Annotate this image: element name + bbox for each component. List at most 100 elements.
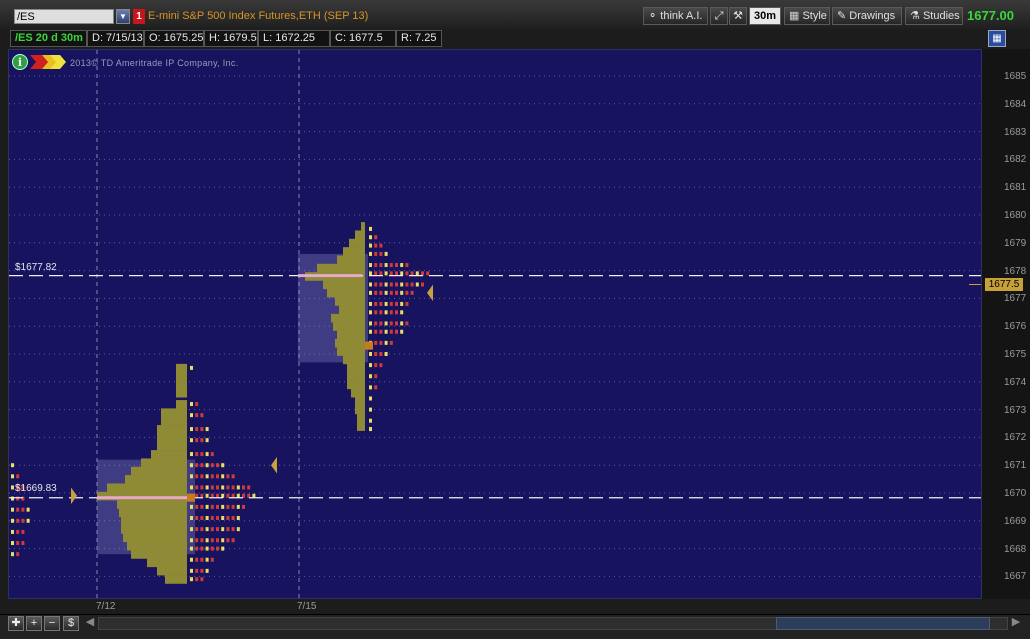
tpo-bar-7-15 — [355, 397, 365, 406]
tpo-letter-7-15 — [421, 271, 424, 276]
think-ai-label: think A.I. — [660, 10, 703, 22]
tpo-letter-7-15 — [369, 352, 372, 356]
studies-button[interactable]: ⚗ Studies — [905, 7, 963, 25]
tpo-letter-7-12 — [231, 538, 235, 543]
tpo-letter-7-15 — [374, 263, 378, 268]
tpo-letter-7-12 — [190, 538, 193, 543]
tpo-letter-7-15 — [384, 271, 388, 276]
tpo-letter-7-12 — [216, 516, 219, 521]
timeframe-button[interactable]: 30m — [749, 7, 781, 25]
tpo-letter-7-12 — [190, 427, 193, 432]
scrollbar-thumb[interactable] — [776, 617, 990, 630]
tpo-letter-7-15 — [415, 282, 419, 287]
tpo-letter-7-15 — [426, 271, 430, 276]
tpo-letter-7-12 — [190, 557, 193, 562]
tpo-letter-7-15 — [369, 282, 372, 287]
tpo-letter-prev — [11, 552, 14, 557]
tpo-letter-7-12 — [195, 568, 199, 573]
tpo-bar-7-15 — [337, 255, 365, 265]
chart-plot-area[interactable] — [8, 49, 982, 599]
tpo-letter-prev — [11, 485, 14, 490]
expand-icon[interactable]: ⤢ — [710, 7, 728, 25]
link-group-badge[interactable]: 1 — [133, 9, 145, 24]
symbol-dropdown-button[interactable]: ▼ — [116, 9, 130, 24]
tpo-letter-prev — [11, 474, 14, 479]
tpo-bar-7-15 — [331, 313, 365, 323]
tpo-letter-7-12 — [210, 474, 214, 479]
studies-label: Studies — [922, 10, 960, 22]
tpo-letter-prev — [21, 518, 25, 523]
tpo-letter-7-12 — [226, 538, 230, 543]
tpo-letter-7-15 — [369, 251, 372, 256]
tpo-letter-7-15 — [410, 282, 414, 287]
time-axis[interactable] — [0, 599, 1030, 614]
tpo-letter-7-15 — [379, 243, 383, 248]
pan-icon[interactable]: ✚ — [8, 616, 24, 631]
last-price-tag: 1677.5 — [985, 278, 1023, 291]
dollar-icon[interactable]: $ — [63, 616, 79, 631]
tpo-letter-7-15 — [369, 263, 372, 268]
tpo-letter-7-15 — [395, 282, 398, 287]
tpo-letter-7-12 — [200, 527, 204, 532]
price-tick: 1681 — [1004, 182, 1027, 194]
style-button[interactable]: ▦ Style — [784, 7, 830, 25]
tpo-letter-7-15 — [384, 321, 388, 326]
tpo-letter-7-12 — [231, 485, 235, 490]
tpo-letter-7-12 — [200, 463, 204, 468]
wrench-icon[interactable]: ⚒ — [729, 7, 747, 25]
tpo-letter-7-12 — [247, 485, 251, 490]
zoom-out-icon[interactable]: − — [44, 616, 60, 631]
tpo-letter-7-12 — [221, 516, 225, 521]
period-cell[interactable]: /ES 20 d 30m — [10, 30, 87, 47]
chart-settings-icon[interactable]: ▦ — [988, 30, 1006, 47]
alert-arrows-icon — [30, 55, 66, 69]
tpo-letter-7-15 — [379, 290, 383, 295]
drawings-label: Drawings — [849, 10, 896, 22]
scroll-left-icon[interactable]: ◀ — [82, 616, 98, 631]
tpo-letter-7-15 — [384, 301, 388, 306]
tpo-letter-7-15 — [389, 282, 393, 287]
tpo-letter-7-15 — [369, 329, 372, 334]
tpo-bar-7-12 — [127, 541, 187, 551]
symbol-input[interactable]: /ES — [14, 9, 114, 24]
tpo-bar-7-12 — [176, 388, 187, 398]
price-tick: 1680 — [1004, 210, 1027, 221]
tpo-letter-7-12 — [221, 485, 225, 490]
tpo-bar-7-12 — [123, 533, 187, 543]
price-tick: 1669 — [1004, 515, 1027, 527]
tpo-bar-7-15 — [343, 355, 365, 365]
tpo-bar-7-12 — [176, 372, 187, 381]
tpo-letter-7-12 — [205, 474, 209, 479]
tpo-bar-7-15 — [335, 297, 365, 306]
tpo-letter-7-15 — [405, 321, 409, 326]
price-tick: 1684 — [1004, 98, 1027, 110]
pencil-icon: ✎ — [837, 10, 847, 22]
tpo-letter-7-12 — [200, 538, 204, 543]
tpo-letter-7-15 — [389, 263, 393, 268]
tpo-letter-7-15 — [374, 282, 378, 287]
va-arrow — [71, 487, 77, 505]
tpo-bar-7-15 — [349, 238, 365, 248]
tpo-letter-7-12 — [221, 504, 225, 509]
tpo-letter-7-12 — [190, 527, 193, 532]
think-ai-button[interactable]: ⚬ think A.I. — [643, 7, 708, 25]
zoom-in-icon[interactable]: + — [26, 616, 42, 631]
drawings-button[interactable]: ✎ Drawings — [832, 7, 902, 25]
scroll-right-icon[interactable]: ▶ — [1008, 616, 1024, 631]
tpo-letter-7-15 — [405, 271, 409, 276]
tpo-letter-7-15 — [400, 282, 404, 287]
tpo-letter-7-12 — [216, 485, 219, 490]
tpo-letter-7-12 — [236, 516, 240, 521]
tpo-bar-7-12 — [131, 550, 187, 559]
tpo-letter-7-12 — [205, 568, 209, 573]
poc-marker-7-15 — [298, 274, 362, 278]
tpo-bar-7-12 — [176, 400, 187, 409]
tpo-letter-7-12 — [200, 577, 204, 582]
tpo-letter-7-12 — [190, 402, 193, 407]
tpo-letter-7-15 — [369, 310, 372, 315]
tpo-letter-7-12 — [226, 485, 230, 490]
tpo-letter-7-15 — [374, 235, 378, 240]
tpo-letter-7-12 — [190, 504, 193, 509]
info-icon[interactable]: i — [12, 54, 28, 70]
think-ai-icon: ⚬ — [648, 10, 658, 22]
